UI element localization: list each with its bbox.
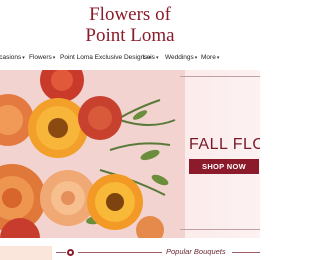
nav-item-leis[interactable]: Leis▾ <box>143 53 158 63</box>
chevron-down-icon: ▾ <box>52 55 56 61</box>
chevron-down-icon: ▾ <box>216 55 220 61</box>
shop-now-button[interactable]: SHOP NOW <box>189 159 259 174</box>
hero-heading: FALL FLO <box>189 136 260 153</box>
logo-line-1: Flowers of <box>89 4 171 25</box>
logo-line-2: Point Loma <box>85 25 175 46</box>
main-nav: ccasions▾ Flowers▾ Point Loma Exclusive … <box>0 52 260 67</box>
section-divider-mid <box>78 252 162 253</box>
promo-card-partial[interactable] <box>0 246 52 260</box>
hero-divider-bottom <box>180 229 260 230</box>
nav-item-flowers[interactable]: Flowers▾ <box>29 53 55 63</box>
section-title: Popular Bouquets <box>166 247 226 256</box>
flower-ornament-icon <box>67 249 74 256</box>
hero-banner[interactable]: FALL FLO SHOP NOW <box>0 70 260 238</box>
nav-item-weddings[interactable]: Weddings▾ <box>165 53 197 63</box>
hero-flowers-image <box>0 70 185 238</box>
hero-divider-top <box>180 76 260 77</box>
chevron-down-icon: ▾ <box>155 55 159 61</box>
chevron-down-icon: ▾ <box>22 55 25 61</box>
site-logo[interactable]: Flowers of Point Loma <box>0 4 260 46</box>
nav-item-exclusive-designs[interactable]: Point Loma Exclusive Designs▾ <box>60 53 151 63</box>
nav-item-more[interactable]: More▾ <box>201 53 219 63</box>
chevron-down-icon: ▾ <box>194 55 198 61</box>
section-divider-left <box>56 252 66 253</box>
section-divider-right <box>232 252 260 253</box>
nav-item-occasions[interactable]: ccasions▾ <box>0 53 25 63</box>
